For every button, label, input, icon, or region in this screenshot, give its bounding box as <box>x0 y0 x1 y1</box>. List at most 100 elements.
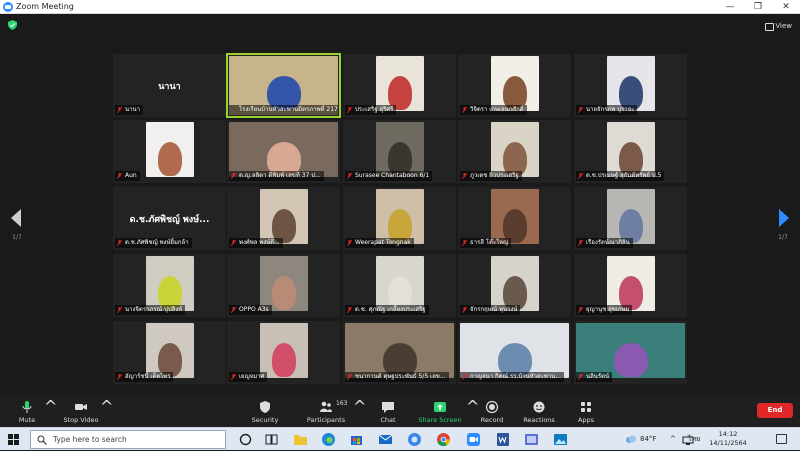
windows-start-icon[interactable] <box>8 434 19 445</box>
edge-browser-icon[interactable] <box>320 431 337 448</box>
cortana-icon[interactable] <box>237 431 254 448</box>
onedrive-photos-icon[interactable] <box>406 431 423 448</box>
muted-mic-icon <box>347 107 352 113</box>
participant-tile[interactable]: ประเสริฐ สุริศรี <box>343 54 456 117</box>
participant-name: ด.ช.ภัศพิชญ์ พงษ์ยิ้มกล้า <box>125 239 189 246</box>
chat-button[interactable]: Chat <box>358 397 418 425</box>
muted-mic-icon <box>231 307 236 313</box>
participant-name-label: ด.ช. ศุภณัฐ เกลี้ยงประเสริฐ <box>345 305 429 315</box>
participant-tile[interactable]: Surasee Chantaboon 6/1 <box>343 120 456 183</box>
participant-tile[interactable]: นายจักรภพ ปุราจะ <box>574 54 687 117</box>
participant-name: Surasee Chantaboon 6/1 <box>355 172 430 179</box>
participant-name-label: ธารสี โต๊ะใหญ่ <box>460 238 512 248</box>
participant-name: นายจักรภพ ปุราจะ <box>586 106 635 113</box>
participant-video <box>606 189 655 244</box>
weather-temperature[interactable]: 84°F <box>640 428 656 451</box>
participant-tile[interactable]: นานา นานา <box>113 54 226 117</box>
share-screen-button[interactable]: Share Screen <box>410 397 470 425</box>
muted-mic-icon <box>117 107 122 113</box>
page-indicator-right: 1/7 <box>778 234 788 241</box>
participant-tile[interactable]: วิจิตรา เกษเอนกศักดิ์ <box>458 54 571 117</box>
participant-tile[interactable]: นางจิตราภรณ์ ปุปสิงห์ <box>113 254 226 317</box>
tray-overflow-chevron-icon[interactable]: ^ <box>670 428 676 451</box>
participant-video <box>375 122 424 177</box>
participant-tile[interactable]: เยญจมาศ <box>227 321 340 384</box>
participant-name-label: เรืองรัตน์ณาภิลิน <box>576 238 633 248</box>
participant-tile[interactable]: Aun <box>113 120 226 183</box>
zoom-taskbar-icon[interactable] <box>465 431 482 448</box>
microsoft-store-icon[interactable] <box>348 431 365 448</box>
muted-mic-icon <box>347 307 352 313</box>
weather-cloud-icon[interactable] <box>624 431 638 448</box>
participants-button[interactable]: 163 Participants <box>296 397 356 425</box>
task-view-icon[interactable] <box>263 431 280 448</box>
windows-taskbar: Type here to search 84°F ^ ไทย 14:12 14/… <box>0 427 800 450</box>
participant-name-label: เยญจมาศ <box>229 372 268 382</box>
participant-video <box>606 56 655 111</box>
security-button[interactable]: Security <box>235 397 295 425</box>
participant-name: Aun <box>125 172 137 179</box>
participant-video <box>375 189 424 244</box>
muted-mic-icon <box>231 374 236 380</box>
participant-tile[interactable]: นลินรัตน์ <box>574 321 687 384</box>
word-icon[interactable] <box>494 431 511 448</box>
participant-tile[interactable]: ชนากานต์ ตุษฐประพันธ์ 5/5 เลข... <box>343 321 456 384</box>
participant-tile[interactable]: อัญาร์ชนิ์ เด็ดไทร <box>113 321 226 384</box>
security-label: Security <box>251 416 279 424</box>
participant-video <box>490 189 539 244</box>
muted-mic-icon <box>117 307 122 313</box>
participant-name-label: Surasee Chantaboon 6/1 <box>345 171 433 181</box>
participant-tile[interactable]: ภูวเดช ผิวประเสริฐ <box>458 120 571 183</box>
participant-name-label: ภูวเดช ผิวประเสริฐ <box>460 171 522 181</box>
participant-video <box>145 122 194 177</box>
chrome-icon[interactable] <box>435 431 452 448</box>
participant-tile[interactable]: ด.ช. ศุภณัฐ เกลี้ยงประเสริฐ <box>343 254 456 317</box>
taskbar-clock[interactable]: 14:12 14/11/2564 <box>706 430 750 448</box>
participant-tile[interactable]: โรงเรียนบ้านหัวสะพานมิตรภาพที่ 217 <box>226 53 341 118</box>
taskbar-search-input[interactable]: Type here to search <box>30 430 226 449</box>
participant-tile[interactable]: กาญจนา กิตณ์ รร.บ้านหัวสะพาน... <box>458 321 571 384</box>
muted-mic-icon <box>347 240 352 246</box>
mail-icon[interactable] <box>377 431 394 448</box>
participant-video <box>576 323 685 378</box>
security-shield-icon <box>260 401 270 413</box>
participant-video <box>259 256 308 311</box>
clock-date: 14/11/2564 <box>709 439 747 447</box>
notification-center-icon[interactable] <box>776 434 787 444</box>
participant-tile[interactable]: ด.ญ.ลลิตา ดีพิมพ์ เลขที่ 37 ป... <box>227 120 340 183</box>
participant-name-label: นานา <box>115 105 143 115</box>
participant-tile[interactable]: ด.ช.ปรเมษฐ์ สุกันต์ทรัพย์ ป.5 <box>574 120 687 183</box>
video-options-chevron-icon[interactable]: ^ <box>100 397 113 425</box>
share-screen-label: Share Screen <box>418 416 462 424</box>
photos-app-icon[interactable] <box>552 431 569 448</box>
participant-tile[interactable]: OPPO A3s <box>227 254 340 317</box>
muted-mic-icon <box>462 173 467 179</box>
participant-tile[interactable]: เรืองรัตน์ณาภิลิน <box>574 187 687 250</box>
participant-tile[interactable]: ธารสี โต๊ะใหญ่ <box>458 187 571 250</box>
participant-video <box>345 323 454 378</box>
participant-tile[interactable]: Weerapat Tongnak <box>343 187 456 250</box>
participant-name: จักรกฤษณ์ ทุนวงษ์ <box>470 306 518 313</box>
participants-label: Participants <box>306 416 346 424</box>
participants-icon <box>320 401 332 412</box>
teams-or-app-icon[interactable] <box>523 431 540 448</box>
apps-button[interactable]: Apps <box>556 397 616 425</box>
participant-tile[interactable]: พงศ์พล พงษ์ดี... <box>227 187 340 250</box>
muted-mic-icon <box>462 307 467 313</box>
prev-page-icon[interactable] <box>9 208 23 228</box>
next-page-icon[interactable] <box>777 208 791 228</box>
video-camera-icon <box>75 404 87 410</box>
file-explorer-icon[interactable] <box>292 431 309 448</box>
participant-name: Weerapat Tongnak <box>355 239 411 246</box>
participant-name-label: ประเสริฐ สุริศรี <box>345 105 397 115</box>
participant-tile[interactable]: ยุญานุช สุขเกษม <box>574 254 687 317</box>
participant-tile[interactable]: จักรกฤษณ์ ทุนวงษ์ <box>458 254 571 317</box>
end-meeting-button[interactable]: End <box>757 403 793 418</box>
participant-name: นลินรัตน์ <box>586 373 610 380</box>
input-language[interactable]: ไทย <box>688 428 700 451</box>
participant-tile[interactable]: ด.ช.ภัศพิชญ์ พงษ์... ด.ช.ภัศพิชญ์ พงษ์ยิ้… <box>113 187 226 250</box>
participant-name-label: กาญจนา กิตณ์ รร.บ้านหัวสะพาน... <box>460 372 564 382</box>
chat-label: Chat <box>380 416 396 424</box>
muted-mic-icon <box>578 107 583 113</box>
page-indicator-left: 1/7 <box>12 234 22 241</box>
